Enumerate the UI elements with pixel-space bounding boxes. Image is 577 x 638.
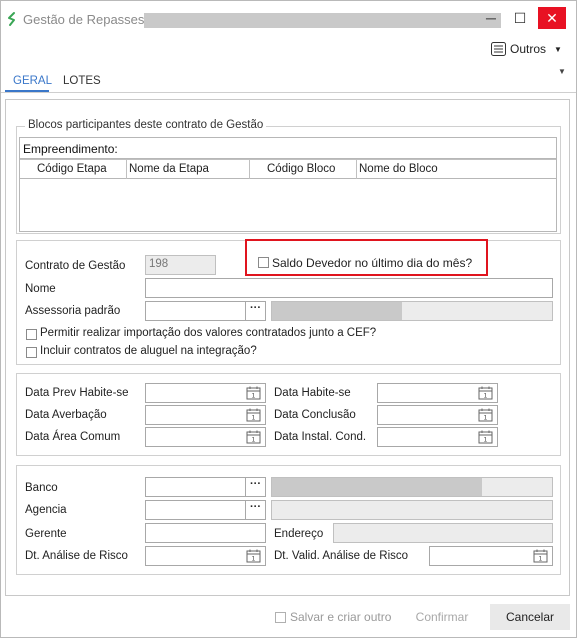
empreendimento-label: Empreendimento: — [23, 142, 118, 156]
assessoria-lookup-button[interactable]: ··· — [245, 301, 265, 321]
calendar-icon[interactable]: 1 — [246, 430, 262, 444]
column-header-nome-bloco[interactable]: Nome do Bloco — [359, 163, 438, 175]
contrato-de-gestao-label: Contrato de Gestão — [25, 260, 126, 272]
list-icon — [491, 42, 506, 56]
calendar-icon[interactable]: 1 — [246, 408, 262, 422]
calendar-icon[interactable]: 1 — [478, 430, 494, 444]
tab-lotes[interactable]: LOTES — [63, 75, 101, 87]
svg-text:1: 1 — [539, 556, 543, 563]
endereco-label: Endereço — [274, 528, 324, 540]
assessoria-name-field — [271, 301, 553, 321]
banco-label: Banco — [25, 482, 58, 494]
tabs-divider — [1, 92, 576, 93]
svg-text:1: 1 — [252, 393, 256, 400]
data-conclusao-label: Data Conclusão — [274, 409, 356, 421]
data-averbacao-field[interactable]: 1 — [145, 405, 266, 425]
dt-valid-analise-risco-label: Dt. Valid. Análise de Risco — [274, 550, 409, 562]
data-instal-cond-label: Data Instal. Cond. — [274, 431, 367, 443]
confirmar-button[interactable]: Confirmar — [410, 604, 474, 630]
redacted-title-block — [144, 13, 501, 28]
permitir-importacao-label: Permitir realizar importação dos valores… — [40, 327, 377, 339]
maximize-button[interactable]: ☐ — [506, 7, 534, 29]
banco-name-field — [271, 477, 553, 497]
incluir-aluguel-checkbox[interactable] — [26, 347, 37, 358]
app-logo-icon — [8, 12, 15, 26]
saldo-devedor-checkbox[interactable] — [258, 257, 269, 268]
column-header-nome-etapa[interactable]: Nome da Etapa — [129, 163, 209, 175]
agencia-name-field — [271, 500, 553, 520]
calendar-icon[interactable]: 1 — [533, 549, 549, 563]
data-prev-habite-se-field[interactable]: 1 — [145, 383, 266, 403]
incluir-aluguel-label: Incluir contratos de aluguel na integraç… — [40, 345, 257, 357]
outros-menu-button[interactable]: Outros ▼ — [491, 40, 562, 58]
tab-geral[interactable]: GERAL — [13, 75, 52, 87]
column-header-codigo-etapa[interactable]: Código Etapa — [37, 163, 107, 175]
permitir-importacao-checkbox[interactable] — [26, 329, 37, 340]
dt-analise-risco-label: Dt. Análise de Risco — [25, 550, 128, 562]
calendar-icon[interactable]: 1 — [246, 386, 262, 400]
minimize-button[interactable]: ─ — [477, 7, 505, 29]
data-conclusao-field[interactable]: 1 — [377, 405, 498, 425]
agencia-label: Agencia — [25, 504, 67, 516]
svg-text:1: 1 — [252, 437, 256, 444]
salvar-criar-outro-label: Salvar e criar outro — [290, 610, 392, 624]
saldo-devedor-label: Saldo Devedor no último dia do mês? — [272, 256, 473, 270]
nome-field[interactable] — [145, 278, 553, 298]
maximize-icon: ☐ — [513, 9, 527, 26]
gerente-field[interactable] — [145, 523, 266, 543]
data-prev-habite-se-label: Data Prev Habite-se — [25, 387, 129, 399]
redacted-value — [272, 302, 402, 320]
dt-analise-risco-field[interactable]: 1 — [145, 546, 266, 566]
data-averbacao-label: Data Averbação — [25, 409, 107, 421]
data-habite-se-field[interactable]: 1 — [377, 383, 498, 403]
dt-valid-analise-risco-field[interactable]: 1 — [429, 546, 553, 566]
close-button[interactable]: ✕ — [538, 7, 566, 29]
svg-text:1: 1 — [252, 415, 256, 422]
endereco-field — [333, 523, 553, 543]
grid-col-divider — [126, 159, 127, 179]
salvar-criar-outro-checkbox[interactable] — [275, 612, 286, 623]
data-area-comum-field[interactable]: 1 — [145, 427, 266, 447]
svg-text:1: 1 — [484, 415, 488, 422]
column-header-codigo-bloco[interactable]: Código Bloco — [267, 163, 335, 175]
redacted-value — [272, 478, 482, 496]
contrato-de-gestao-field[interactable]: 198 — [145, 255, 216, 275]
data-area-comum-label: Data Área Comum — [25, 431, 121, 443]
grid-col-divider — [249, 159, 250, 179]
svg-text:1: 1 — [484, 437, 488, 444]
tabs-overflow-icon[interactable]: ▼ — [558, 67, 566, 76]
nome-label: Nome — [25, 283, 56, 295]
chevron-down-icon: ▼ — [554, 44, 562, 54]
grid-col-divider — [356, 159, 357, 179]
calendar-icon[interactable]: 1 — [478, 386, 494, 400]
assessoria-code-field[interactable]: ··· — [145, 301, 266, 321]
calendar-icon[interactable]: 1 — [478, 408, 494, 422]
dialog-window: Gestão de Repasses ─ ☐ ✕ Outros ▼ GERAL … — [0, 0, 577, 638]
svg-text:1: 1 — [484, 393, 488, 400]
cancelar-button[interactable]: Cancelar — [490, 604, 570, 630]
data-habite-se-label: Data Habite-se — [274, 387, 351, 399]
assessoria-padrao-label: Assessoria padrão — [25, 305, 121, 317]
minimize-icon: ─ — [486, 10, 496, 26]
close-icon: ✕ — [546, 9, 558, 26]
agencia-lookup-button[interactable]: ··· — [245, 500, 265, 520]
banco-code-field[interactable]: ··· — [145, 477, 266, 497]
agencia-code-field[interactable]: ··· — [145, 500, 266, 520]
blocos-group-title: Blocos participantes deste contrato de G… — [25, 119, 267, 131]
title-bar: Gestão de Repasses ─ ☐ ✕ — [1, 1, 576, 37]
svg-text:1: 1 — [252, 556, 256, 563]
window-title: Gestão de Repasses — [23, 12, 145, 27]
calendar-icon[interactable]: 1 — [246, 549, 262, 563]
outros-label: Outros — [510, 42, 547, 56]
banco-lookup-button[interactable]: ··· — [245, 477, 265, 497]
gerente-label: Gerente — [25, 528, 67, 540]
data-instal-cond-field[interactable]: 1 — [377, 427, 498, 447]
